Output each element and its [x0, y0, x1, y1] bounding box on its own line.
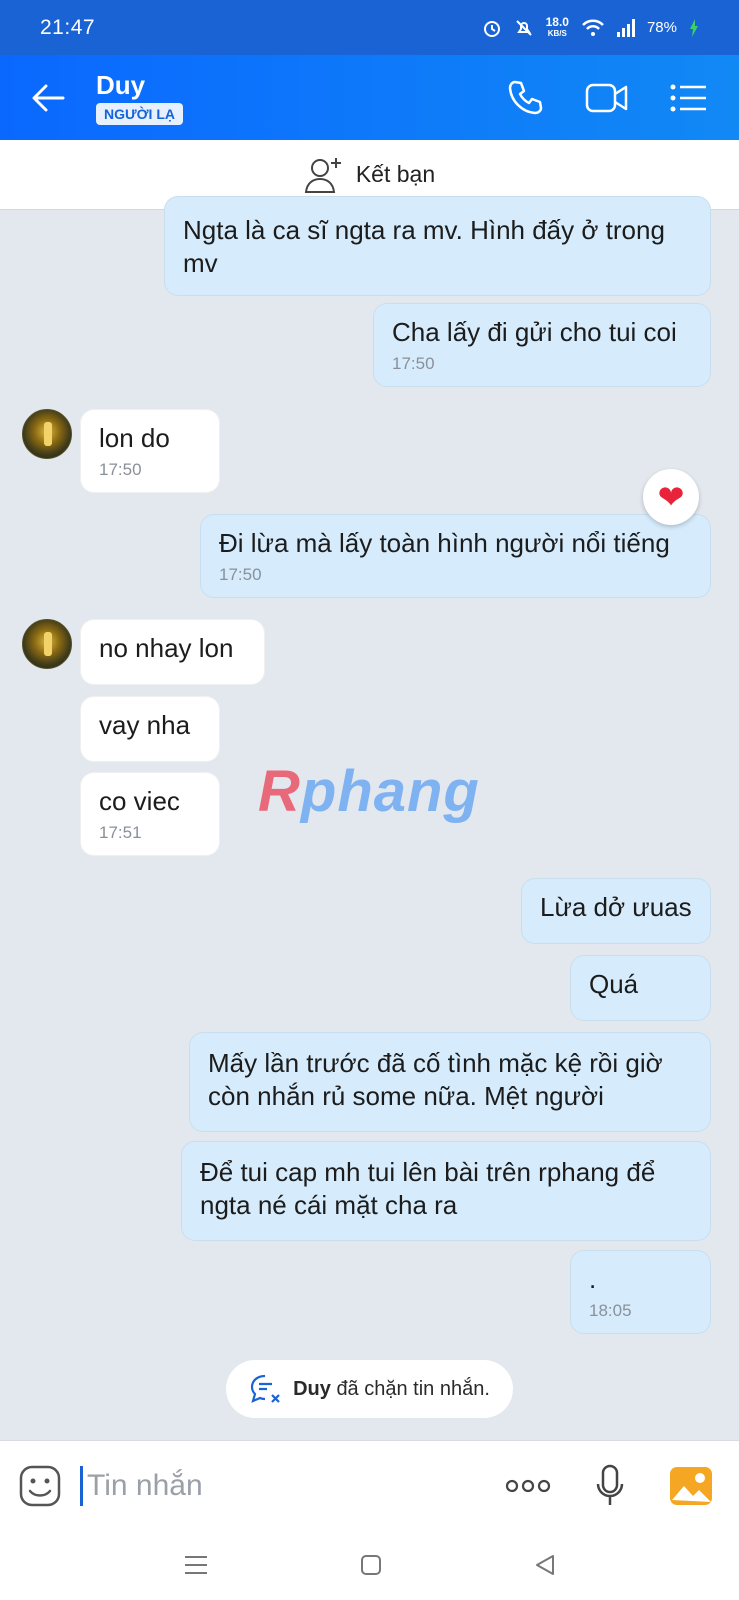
- avatar[interactable]: [22, 409, 72, 459]
- add-friend-label: Kết bạn: [355, 161, 436, 187]
- message-text: .: [589, 1264, 597, 1294]
- signal-icon: [616, 18, 635, 37]
- sticker-icon: [19, 1465, 61, 1506]
- recent-apps-icon[interactable]: [183, 1554, 209, 1576]
- blocked-notice-text: Duy đã chặn tin nhắn.: [293, 1378, 490, 1401]
- more-icon[interactable]: [505, 1478, 551, 1494]
- system-nav-bar: [0, 1530, 739, 1600]
- message-bubble[interactable]: Cha lấy đi gửi cho tui coi 17:50: [373, 303, 711, 387]
- header-actions: [499, 72, 739, 124]
- call-button[interactable]: [499, 72, 551, 124]
- watermark: Rphang: [258, 758, 480, 825]
- blocked-notice-message: đã chặn tin nhắn.: [336, 1377, 490, 1400]
- options-button[interactable]: [663, 72, 715, 124]
- back-arrow-icon: [32, 84, 65, 111]
- message-time: 17:51: [99, 823, 142, 842]
- message-bubble[interactable]: Ngta là ca sĩ ngta ra mv. Hình đấy ở tro…: [164, 196, 711, 296]
- net-speed: 18.0 KB/S: [545, 14, 569, 39]
- video-call-button[interactable]: [581, 72, 633, 124]
- message-time: 17:50: [219, 565, 262, 584]
- heart-reaction[interactable]: ❤: [643, 469, 699, 525]
- blocked-notice: Duy đã chặn tin nhắn.: [226, 1360, 513, 1418]
- message-bubble[interactable]: vay nha: [80, 696, 220, 762]
- watermark-text: phang: [300, 759, 480, 824]
- message-text: Để tui cap mh tui lên bài trên rphang để…: [200, 1157, 656, 1220]
- message-bubble[interactable]: Mấy lần trước đã cố tình mặc kệ rồi giờ …: [189, 1032, 711, 1132]
- message-bubble[interactable]: Lừa dở ưuas: [521, 878, 711, 944]
- video-icon: [585, 83, 628, 112]
- emoji-button[interactable]: [0, 1441, 80, 1531]
- blocked-notice-name: Duy: [293, 1377, 331, 1400]
- message-text: co viec: [99, 786, 180, 816]
- message-bubble[interactable]: Để tui cap mh tui lên bài trên rphang để…: [181, 1141, 711, 1241]
- composer: [0, 1440, 739, 1530]
- message-bubble[interactable]: Đi lừa mà lấy toàn hình người nổi tiếng …: [200, 514, 711, 598]
- message-text: no nhay lon: [99, 633, 234, 663]
- message-text: lon do: [99, 423, 170, 453]
- menu-icon: [670, 84, 706, 111]
- phone-icon: [508, 80, 543, 114]
- battery-level: 78%: [646, 19, 677, 36]
- status-icons: 18.0 KB/S 78%: [482, 14, 699, 39]
- message-list[interactable]: Ngta là ca sĩ ngta ra mv. Hình đấy ở tro…: [0, 196, 739, 1440]
- contact-info[interactable]: Duy NGƯỜI LẠ: [96, 70, 499, 125]
- message-bubble[interactable]: no nhay lon: [80, 619, 265, 685]
- heart-icon: ❤: [657, 479, 685, 515]
- message-text: vay nha: [99, 710, 191, 740]
- stranger-badge: NGƯỜI LẠ: [96, 103, 183, 125]
- mute-icon: [515, 19, 532, 36]
- charging-icon: [690, 18, 698, 37]
- back-nav-icon[interactable]: [533, 1553, 557, 1577]
- message-text: Mấy lần trước đã cố tình mặc kệ rồi giờ …: [208, 1048, 663, 1111]
- image-icon[interactable]: [669, 1466, 713, 1506]
- home-icon[interactable]: [359, 1553, 383, 1577]
- message-bubble[interactable]: Quá: [570, 955, 711, 1021]
- message-text: Cha lấy đi gửi cho tui coi: [392, 317, 677, 347]
- net-speed-unit: KB/S: [547, 28, 567, 38]
- message-bubble[interactable]: co viec 17:51: [80, 772, 220, 856]
- net-speed-value: 18.0: [545, 14, 569, 29]
- blocked-message-icon: [250, 1374, 280, 1403]
- composer-actions: [505, 1464, 739, 1508]
- status-time: 21:47: [40, 15, 96, 39]
- message-bubble[interactable]: . 18:05: [570, 1250, 711, 1334]
- message-time: 18:05: [589, 1301, 632, 1320]
- microphone-icon[interactable]: [595, 1464, 625, 1508]
- message-time: 17:50: [99, 460, 142, 479]
- watermark-initial: R: [258, 759, 301, 824]
- wifi-icon: [582, 19, 604, 36]
- message-bubble[interactable]: lon do 17:50: [80, 409, 220, 493]
- message-text: Đi lừa mà lấy toàn hình người nổi tiếng: [219, 528, 670, 558]
- message-input[interactable]: [80, 1465, 505, 1506]
- message-text: Ngta là ca sĩ ngta ra mv. Hình đấy ở tro…: [183, 215, 665, 278]
- avatar[interactable]: [22, 619, 72, 669]
- message-time: 17:50: [392, 354, 435, 373]
- contact-name: Duy: [96, 70, 146, 100]
- message-text: Quá: [589, 969, 639, 999]
- add-friend-icon: [304, 157, 341, 193]
- back-button[interactable]: [0, 55, 96, 140]
- message-text: Lừa dở ưuas: [540, 892, 692, 922]
- alarm-icon: [483, 20, 500, 37]
- chat-header: Duy NGƯỜI LẠ: [0, 55, 739, 140]
- status-bar: 21:47 18.0 KB/S 78%: [0, 0, 739, 55]
